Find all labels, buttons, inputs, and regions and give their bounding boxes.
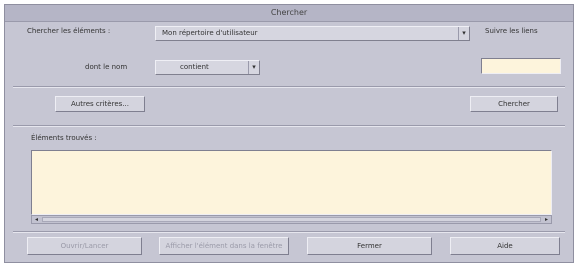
follow-links-label: Suivre les liens — [485, 27, 538, 35]
divider — [13, 125, 565, 127]
arrow-left-icon[interactable]: ◂ — [32, 216, 41, 223]
close-button[interactable]: Fermer — [307, 237, 432, 255]
search-in-label: Chercher les éléments : — [27, 27, 111, 35]
name-operator-value: contient — [180, 63, 209, 71]
find-dialog: Chercher Chercher les éléments : Mon rép… — [4, 4, 574, 263]
search-in-value: Mon répertoire d'utilisateur — [162, 29, 258, 37]
results-label: Éléments trouvés : — [31, 134, 97, 142]
scrollbar-thumb[interactable] — [42, 217, 541, 222]
search-in-dropdown[interactable]: Mon répertoire d'utilisateur ▾ — [155, 26, 470, 41]
show-in-folder-button[interactable]: Afficher l'élément dans la fenêtre — [159, 237, 289, 255]
results-list[interactable] — [31, 150, 552, 215]
chevron-down-icon: ▾ — [248, 61, 259, 74]
name-input[interactable] — [481, 58, 561, 74]
open-button[interactable]: Ouvrir/Lancer — [27, 237, 142, 255]
name-criterion-label: dont le nom — [85, 63, 128, 71]
arrow-right-icon[interactable]: ▸ — [542, 216, 551, 223]
chevron-down-icon: ▾ — [458, 27, 469, 40]
window-title: Chercher — [5, 5, 573, 22]
help-button[interactable]: Aide — [450, 237, 560, 255]
search-button[interactable]: Chercher — [470, 96, 558, 112]
results-horizontal-scrollbar[interactable]: ◂ ▸ — [31, 215, 552, 224]
divider — [13, 231, 565, 233]
name-operator-dropdown[interactable]: contient ▾ — [155, 60, 260, 75]
more-criteria-button[interactable]: Autres critères... — [55, 96, 145, 112]
divider — [13, 86, 565, 88]
